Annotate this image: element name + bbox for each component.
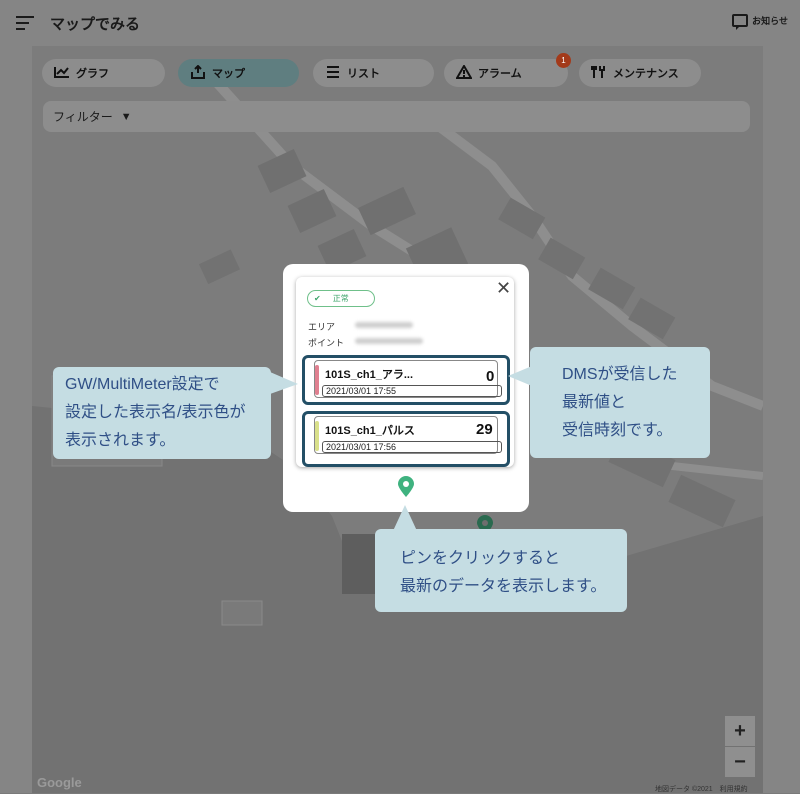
zoom-out-button[interactable]: − [725,747,755,777]
tab-maintenance[interactable]: メンテナンス [579,59,701,87]
tab-list-label: リスト [347,68,380,80]
chart-line-icon [54,65,70,81]
callout-line: DMSが受信した [562,366,678,383]
callout-line: ピンをクリックすると [400,550,561,567]
page-title: マップでみる [50,16,141,33]
tab-graph[interactable]: グラフ [42,59,165,87]
tools-icon [591,65,607,82]
callout-line: 表示されます。 [65,432,176,449]
tab-alarm[interactable]: アラーム [444,59,568,87]
point-value-redacted [355,338,423,344]
left-margin [0,46,32,793]
right-margin [763,46,800,793]
tab-maintenance-label: メンテナンス [613,68,679,80]
google-logo: Google [37,775,82,790]
filter-bar[interactable]: フィルター ▼ [43,101,750,132]
highlight-frame [302,355,510,405]
callout-line: 最新のデータを表示します。 [400,578,607,595]
chat-bubble-icon [732,14,749,30]
callout-line: 受信時刻です。 [562,422,673,439]
callout-arrow [508,366,532,386]
status-label: 正常 [332,294,349,303]
close-icon[interactable]: ✕ [496,278,511,299]
callout-right: DMSが受信した 最新値と 受信時刻です。 [530,347,710,458]
notice-label: お知らせ [752,16,788,26]
callout-bottom: ピンをクリックすると 最新のデータを表示します。 [375,529,627,612]
callout-arrow [270,372,298,394]
point-label: ポイント [308,338,345,348]
area-label: エリア [308,322,336,332]
map-upload-icon [190,64,206,82]
callout-line: 設定した表示名/表示色が [65,404,246,421]
callout-left: GW/MultiMeter設定で 設定した表示名/表示色が 表示されます。 [53,367,271,459]
tab-list[interactable]: リスト [313,59,434,87]
caret-down-icon: ▼ [120,110,132,123]
callout-arrow [393,505,417,531]
area-value-redacted [355,322,413,328]
tab-graph-label: グラフ [76,68,109,80]
top-app-bar: マップでみる お知らせ [0,0,800,46]
tab-map[interactable]: マップ [178,59,299,87]
map-pin-icon[interactable] [396,476,416,498]
tab-alarm-label: アラーム [478,68,522,80]
check-icon: ✔ [314,294,321,303]
notice-button[interactable]: お知らせ [732,14,788,30]
list-icon [325,65,341,82]
menu-icon[interactable] [16,16,34,30]
tab-map-label: マップ [212,68,245,80]
warning-icon [455,63,473,82]
filter-label: フィルター [53,110,113,124]
callout-line: GW/MultiMeter設定で [65,376,220,393]
callout-line: 最新値と [562,394,627,411]
alarm-count-badge: 1 [556,53,571,68]
highlight-frame [302,411,510,467]
status-badge: ✔ 正常 [307,290,375,307]
zoom-in-button[interactable]: + [725,716,755,746]
